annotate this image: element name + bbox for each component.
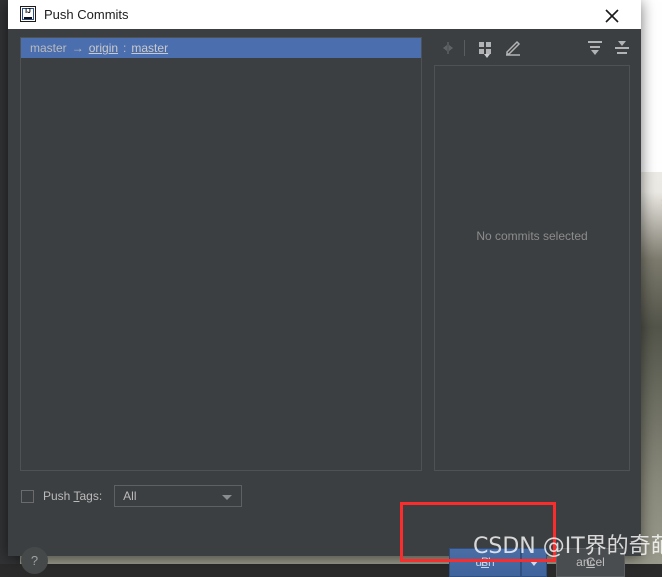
cancel-button-label: Cancel [557,549,624,576]
push-dropdown-arrow-icon[interactable] [521,548,547,577]
edit-icon[interactable] [502,37,524,59]
no-commits-selected-text: No commits selected [476,229,588,243]
group-by-icon[interactable] [474,37,496,59]
branch-row-master[interactable]: master → origin : master [21,38,421,58]
collapse-selected-icon[interactable] [437,37,459,59]
push-label-post: ush [475,555,495,569]
help-icon: ? [30,553,39,568]
push-button[interactable]: Push [449,548,521,577]
chevron-down-icon [222,495,233,500]
dialog-content: master → origin : master No commits sele… [8,29,641,577]
help-button[interactable]: ? [21,547,48,574]
push-tags-checkbox[interactable] [21,489,34,503]
dialog-titlebar: IJ Push Commits [8,0,641,30]
push-button-label: Push [450,549,520,576]
branch-separator: : [123,41,127,55]
push-tags-label-pre: Push [43,489,74,503]
toolbar-separator [464,40,465,56]
branch-arrow-icon: → [71,41,84,55]
tags-select-value: All [123,489,137,503]
close-icon[interactable] [592,0,632,29]
commit-details-panel: No commits selected [434,65,630,471]
cancel-button[interactable]: Cancel [556,548,625,577]
push-tags-label: Push Tags: [43,489,102,503]
app-icon-bar [24,17,32,19]
push-commits-dialog: IJ Push Commits master → origin : master [8,0,641,577]
push-tags-row: Push Tags: All [21,485,243,507]
commit-list-panel: master → origin : master [20,37,422,471]
app-icon-letters: IJ [25,8,31,15]
intellij-idea-icon: IJ [20,6,36,22]
push-tags-label-post: ags: [79,489,103,503]
local-branch-name: master [30,41,67,55]
expand-all-icon[interactable] [584,37,606,59]
collapse-all-icon[interactable] [611,37,633,59]
remote-name-link[interactable]: origin [89,38,118,58]
tags-select[interactable]: All [114,485,243,507]
push-split-button[interactable]: Push [449,548,547,577]
dialog-title: Push Commits [44,7,129,22]
cancel-label-post: ancel [576,555,605,569]
details-toolbar [432,35,632,61]
remote-branch-link[interactable]: master [131,38,168,58]
